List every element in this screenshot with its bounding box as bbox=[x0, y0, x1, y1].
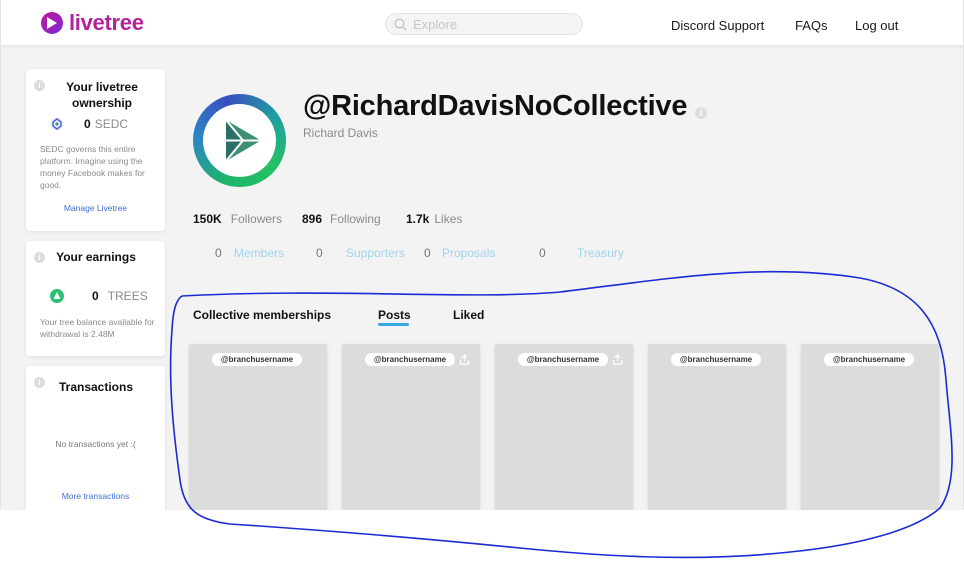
earnings-card-title: Your earnings bbox=[56, 250, 136, 264]
post-username-chip[interactable]: @branchusername bbox=[824, 353, 914, 366]
post-tile[interactable]: @branchusername bbox=[189, 344, 327, 510]
livetree-logo-icon bbox=[41, 12, 63, 34]
app-window: livetree Discord Support FAQs Log out i … bbox=[0, 0, 964, 510]
post-username-chip[interactable]: @branchusername bbox=[365, 353, 455, 366]
post-tile[interactable]: @branchusername bbox=[801, 344, 939, 510]
proposals-count: 0 bbox=[424, 246, 431, 260]
transactions-card-title: Transactions bbox=[58, 380, 134, 394]
earnings-card: i Your earnings 0 TREES Your tree balanc… bbox=[26, 241, 165, 356]
earnings-balance: 0 TREES bbox=[50, 289, 148, 303]
no-transactions-text: No transactions yet :( bbox=[55, 439, 136, 449]
transactions-card: i Transactions No transactions yet :( Mo… bbox=[26, 366, 165, 510]
logo-wordmark: livetree bbox=[69, 10, 144, 35]
profile-handle: @RichardDavisNoCollective bbox=[303, 90, 688, 122]
post-tile[interactable]: @branchusername bbox=[342, 344, 480, 510]
followers-stat[interactable]: 150K Followers bbox=[193, 212, 282, 226]
tab-collective-memberships[interactable]: Collective memberships bbox=[193, 308, 331, 322]
info-icon[interactable]: i bbox=[34, 80, 45, 91]
share-icon[interactable] bbox=[612, 354, 623, 365]
supporters-link[interactable]: Supporters bbox=[346, 246, 405, 260]
earnings-description: Your tree balance available for withdraw… bbox=[40, 317, 155, 339]
livetree-play-logo-icon bbox=[225, 119, 261, 162]
top-navigation-bar: livetree Discord Support FAQs Log out bbox=[1, 0, 963, 46]
manage-livetree-link[interactable]: Manage Livetree bbox=[26, 203, 165, 213]
info-icon[interactable]: i bbox=[34, 252, 45, 263]
proposals-link[interactable]: Proposals bbox=[442, 246, 495, 260]
trees-token-icon bbox=[50, 289, 64, 303]
following-stat[interactable]: 896 Following bbox=[302, 212, 381, 226]
following-count: 896 bbox=[302, 212, 323, 226]
earnings-currency: TREES bbox=[107, 289, 148, 303]
handle-info-icon[interactable]: i bbox=[695, 107, 707, 119]
ownership-balance: 0 SEDC bbox=[50, 117, 128, 131]
followers-label: Followers bbox=[230, 212, 283, 226]
following-label: Following bbox=[330, 212, 381, 226]
post-username-chip[interactable]: @branchusername bbox=[518, 353, 608, 366]
livetree-logo[interactable]: livetree bbox=[41, 12, 144, 34]
supporters-count: 0 bbox=[316, 246, 323, 260]
likes-label: Likes bbox=[434, 212, 463, 226]
explore-search-box[interactable] bbox=[385, 13, 583, 35]
active-tab-indicator bbox=[378, 323, 409, 326]
treasury-count: 0 bbox=[539, 246, 546, 260]
ownership-description: SEDC governs this entire platform. Imagi… bbox=[40, 144, 145, 190]
treasury-link[interactable]: Treasury bbox=[577, 246, 624, 260]
followers-count: 150K bbox=[193, 212, 222, 226]
search-icon bbox=[394, 17, 407, 30]
post-tile[interactable]: @branchusername bbox=[648, 344, 786, 510]
info-icon[interactable]: i bbox=[34, 377, 45, 388]
more-transactions-link[interactable]: More transactions bbox=[26, 491, 165, 501]
members-link[interactable]: Members bbox=[234, 246, 284, 260]
tab-liked[interactable]: Liked bbox=[453, 308, 484, 322]
profile-avatar[interactable] bbox=[193, 94, 286, 187]
nav-logout-link[interactable]: Log out bbox=[855, 18, 898, 33]
share-icon[interactable] bbox=[459, 354, 470, 365]
search-input[interactable] bbox=[413, 16, 573, 32]
ownership-card: i Your livetree ownership 0 SEDC SEDC go… bbox=[26, 69, 165, 231]
earnings-amount: 0 bbox=[92, 289, 99, 303]
nav-discord-support-link[interactable]: Discord Support bbox=[671, 18, 764, 33]
post-tile[interactable]: @branchusername bbox=[495, 344, 633, 510]
members-count: 0 bbox=[215, 246, 222, 260]
sedc-coin-icon bbox=[50, 117, 64, 131]
tab-posts[interactable]: Posts bbox=[378, 308, 411, 322]
profile-real-name: Richard Davis bbox=[303, 126, 378, 140]
ownership-currency: SEDC bbox=[94, 117, 129, 131]
post-username-chip[interactable]: @branchusername bbox=[212, 353, 302, 366]
likes-stat[interactable]: 1.7k Likes bbox=[406, 212, 462, 226]
ownership-card-title: Your livetree ownership bbox=[66, 80, 138, 110]
ownership-amount: 0 bbox=[84, 117, 91, 131]
likes-count: 1.7k bbox=[406, 212, 430, 226]
nav-faqs-link[interactable]: FAQs bbox=[795, 18, 828, 33]
post-username-chip[interactable]: @branchusername bbox=[671, 353, 761, 366]
